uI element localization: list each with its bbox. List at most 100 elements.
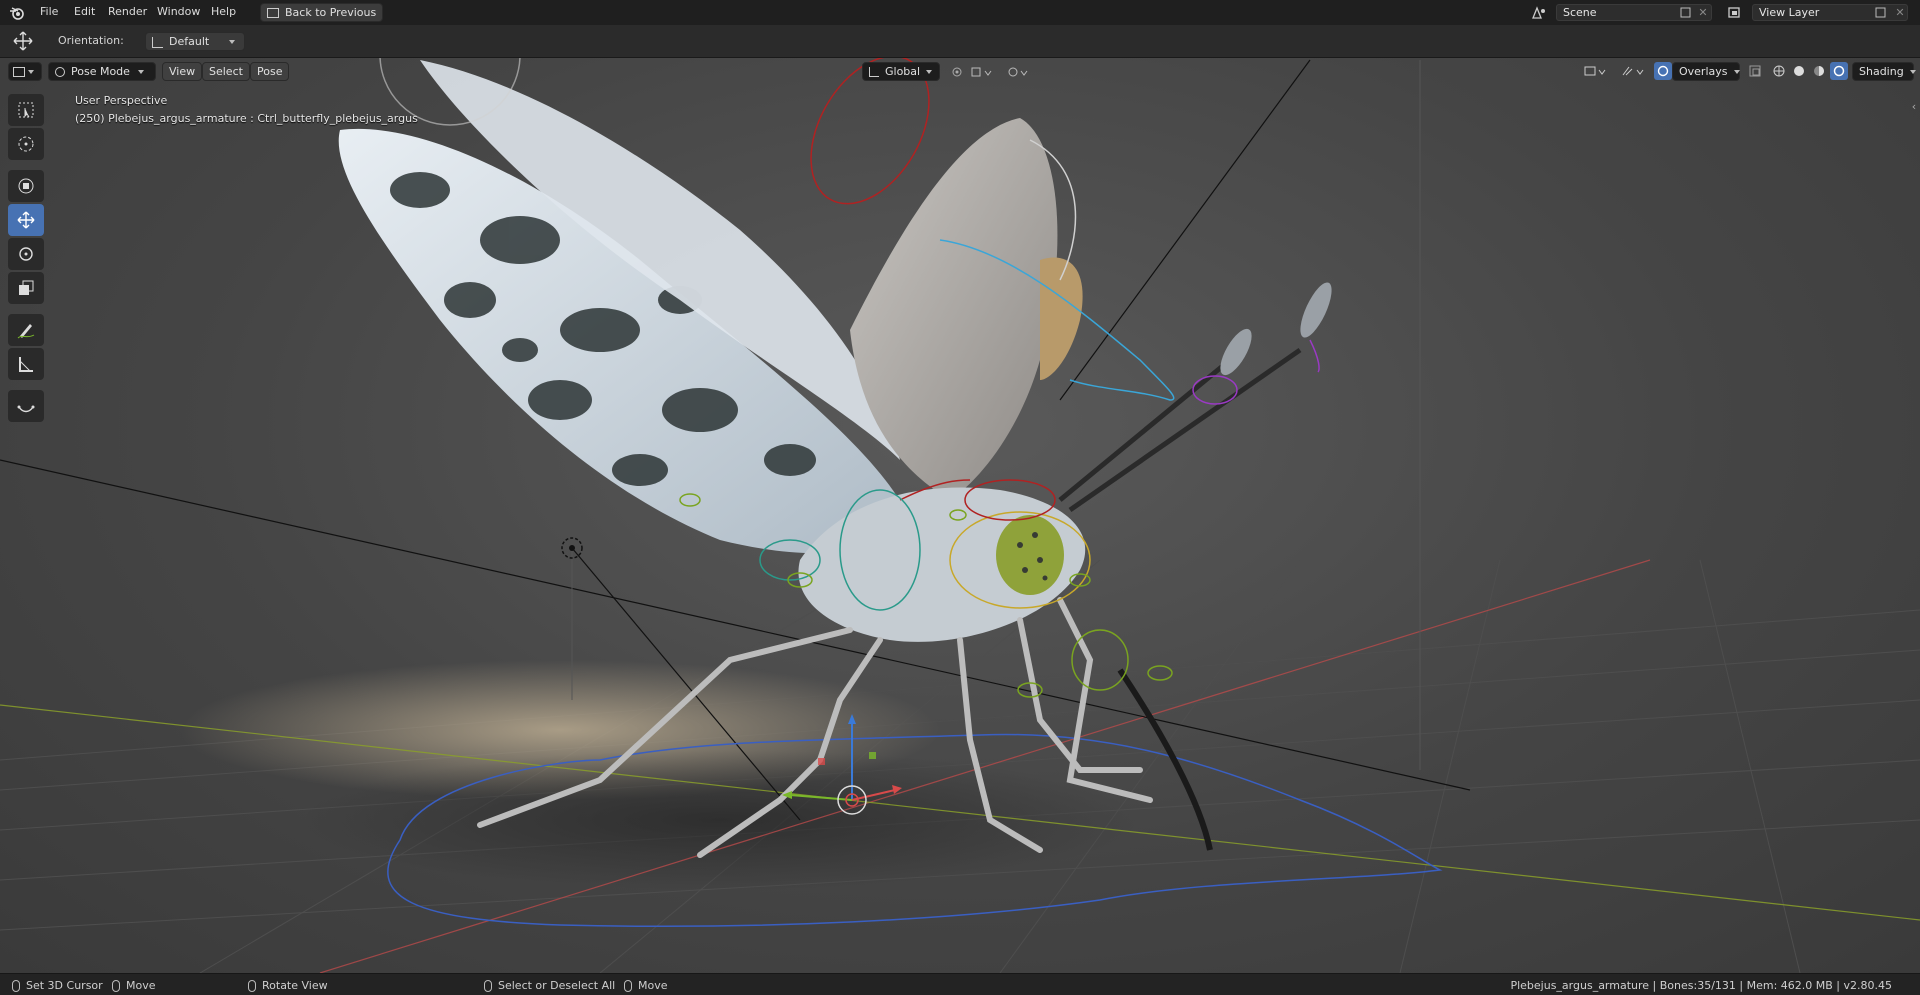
status-select-deselect: Select or Deselect All xyxy=(484,979,615,992)
active-object-label: (250) Plebejus_argus_armature : Ctrl_but… xyxy=(75,112,418,125)
mouse-left-icon xyxy=(12,980,20,992)
snap-icon[interactable] xyxy=(968,63,996,80)
measure-icon xyxy=(19,357,33,372)
chevron-down-icon xyxy=(926,70,933,74)
mode-label: Pose Mode xyxy=(71,65,130,78)
cursor-icon xyxy=(18,136,34,152)
overlays-dropdown[interactable]: Overlays xyxy=(1672,62,1740,81)
status-bar: Set 3D Cursor Move Rotate View Select or… xyxy=(0,973,1920,995)
mouse-drag-icon xyxy=(624,980,632,992)
perspective-label: User Perspective xyxy=(75,94,168,107)
chevron-down-icon xyxy=(1909,70,1916,74)
scene-field-value: Scene xyxy=(1563,6,1597,19)
overlays-label: Overlays xyxy=(1679,65,1728,78)
global-icon xyxy=(869,67,879,77)
tool-shelf xyxy=(8,94,48,424)
scale-icon xyxy=(19,280,34,295)
scale-tool[interactable] xyxy=(8,272,44,304)
status-move-2-label: Move xyxy=(638,979,668,992)
view-menu-label: View xyxy=(169,65,196,78)
proportional-editing-icon[interactable] xyxy=(1004,63,1032,80)
mouse-middle-icon xyxy=(248,980,256,992)
move-tool-icon xyxy=(12,31,34,51)
view-layer-field-value: View Layer xyxy=(1759,6,1820,19)
transform-icon xyxy=(18,178,34,194)
rendered-shading-icon[interactable] xyxy=(1830,62,1848,80)
shading-label: Shading xyxy=(1859,65,1904,78)
menu-file[interactable]: File xyxy=(40,5,58,18)
back-icon xyxy=(267,8,279,18)
select-menu-label: Select xyxy=(209,65,243,78)
top-bar: File Edit Render Window Help Back to Pre… xyxy=(0,0,1920,25)
view-layer-selector-icon[interactable] xyxy=(1722,4,1748,21)
chevron-down-icon xyxy=(1733,70,1740,74)
chevron-down-icon xyxy=(28,70,34,74)
cursor-tool[interactable] xyxy=(8,128,44,160)
mouse-drag-icon xyxy=(112,980,120,992)
status-rotate-view: Rotate View xyxy=(248,979,328,992)
pose-menu[interactable]: Pose xyxy=(250,62,290,81)
orientation-value: Default xyxy=(169,35,210,48)
viewport-header: Pose Mode View Select Pose Global Overla… xyxy=(0,58,1920,84)
menu-edit[interactable]: Edit xyxy=(74,5,95,18)
annotate-icon xyxy=(17,324,35,339)
scene-copy-icon[interactable] xyxy=(1676,4,1694,21)
pose-mode-icon xyxy=(55,67,65,77)
menu-help[interactable]: Help xyxy=(211,5,236,18)
menu-render[interactable]: Render xyxy=(108,5,147,18)
orientation-label: Orientation: xyxy=(58,34,124,47)
sidebar-toggle-icon[interactable]: ‹ xyxy=(1908,98,1920,114)
move-tool[interactable] xyxy=(8,204,44,236)
y-axis-line xyxy=(0,704,1920,921)
select-box-icon xyxy=(18,102,34,118)
shading-dropdown[interactable]: Shading xyxy=(1852,62,1916,81)
status-move-2: Move xyxy=(624,979,668,992)
select-menu[interactable]: Select xyxy=(202,62,250,81)
mode-dropdown[interactable]: Pose Mode xyxy=(48,62,156,81)
move-icon xyxy=(17,211,35,229)
select-box-tool[interactable] xyxy=(8,94,44,126)
back-to-previous-label: Back to Previous xyxy=(285,6,377,19)
rotate-icon xyxy=(19,247,33,261)
editor-type-icon xyxy=(13,67,25,77)
pivot-point-icon[interactable] xyxy=(948,63,966,80)
tool-options-bar: Orientation: Default xyxy=(0,25,1920,58)
scene-close-icon[interactable]: ✕ xyxy=(1695,4,1711,21)
transform-tool[interactable] xyxy=(8,170,44,202)
rotate-tool[interactable] xyxy=(8,238,44,270)
wireframe-shading-icon[interactable] xyxy=(1770,62,1788,80)
mouse-right-icon xyxy=(484,980,492,992)
status-set-3d-cursor-label: Set 3D Cursor xyxy=(26,979,103,992)
blender-logo-icon[interactable] xyxy=(8,4,26,22)
annotate-tool[interactable] xyxy=(8,314,44,346)
view-layer-copy-icon[interactable] xyxy=(1871,4,1889,21)
material-preview-shading-icon[interactable] xyxy=(1810,62,1828,80)
status-set-3d-cursor: Set 3D Cursor xyxy=(12,979,103,992)
xray-toggle-icon[interactable] xyxy=(1746,62,1764,80)
status-rotate-view-label: Rotate View xyxy=(262,979,328,992)
3d-viewport[interactable]: User Perspective (250) Plebejus_argus_ar… xyxy=(0,58,1920,973)
viewport-scene xyxy=(0,58,1920,973)
status-move-label: Move xyxy=(126,979,156,992)
orientation-dropdown[interactable]: Default xyxy=(145,32,245,51)
status-select-deselect-label: Select or Deselect All xyxy=(498,979,616,992)
scene-selector-icon[interactable] xyxy=(1526,4,1552,21)
transform-orientation-dropdown[interactable]: Global xyxy=(862,62,940,81)
chevron-down-icon xyxy=(229,40,236,44)
pose-menu-label: Pose xyxy=(257,65,283,78)
curve-tool[interactable] xyxy=(8,390,44,422)
orientation-icon xyxy=(152,36,163,48)
object-type-visibility-icon[interactable] xyxy=(1580,62,1610,80)
back-to-previous-button[interactable]: Back to Previous xyxy=(260,3,384,22)
view-menu[interactable]: View xyxy=(162,62,203,81)
view-layer-close-icon[interactable]: ✕ xyxy=(1892,4,1908,21)
overlays-toggle-icon[interactable] xyxy=(1654,62,1672,80)
menu-window[interactable]: Window xyxy=(157,5,200,18)
editor-type-dropdown[interactable] xyxy=(8,62,42,81)
measure-tool[interactable] xyxy=(8,348,44,380)
status-info: Plebejus_argus_armature | Bones:35/131 |… xyxy=(1510,979,1892,992)
solid-shading-icon[interactable] xyxy=(1790,62,1808,80)
transform-orientation-label: Global xyxy=(885,65,921,78)
gizmo-toggle-icon[interactable] xyxy=(1618,62,1648,80)
chevron-down-icon xyxy=(137,70,144,74)
